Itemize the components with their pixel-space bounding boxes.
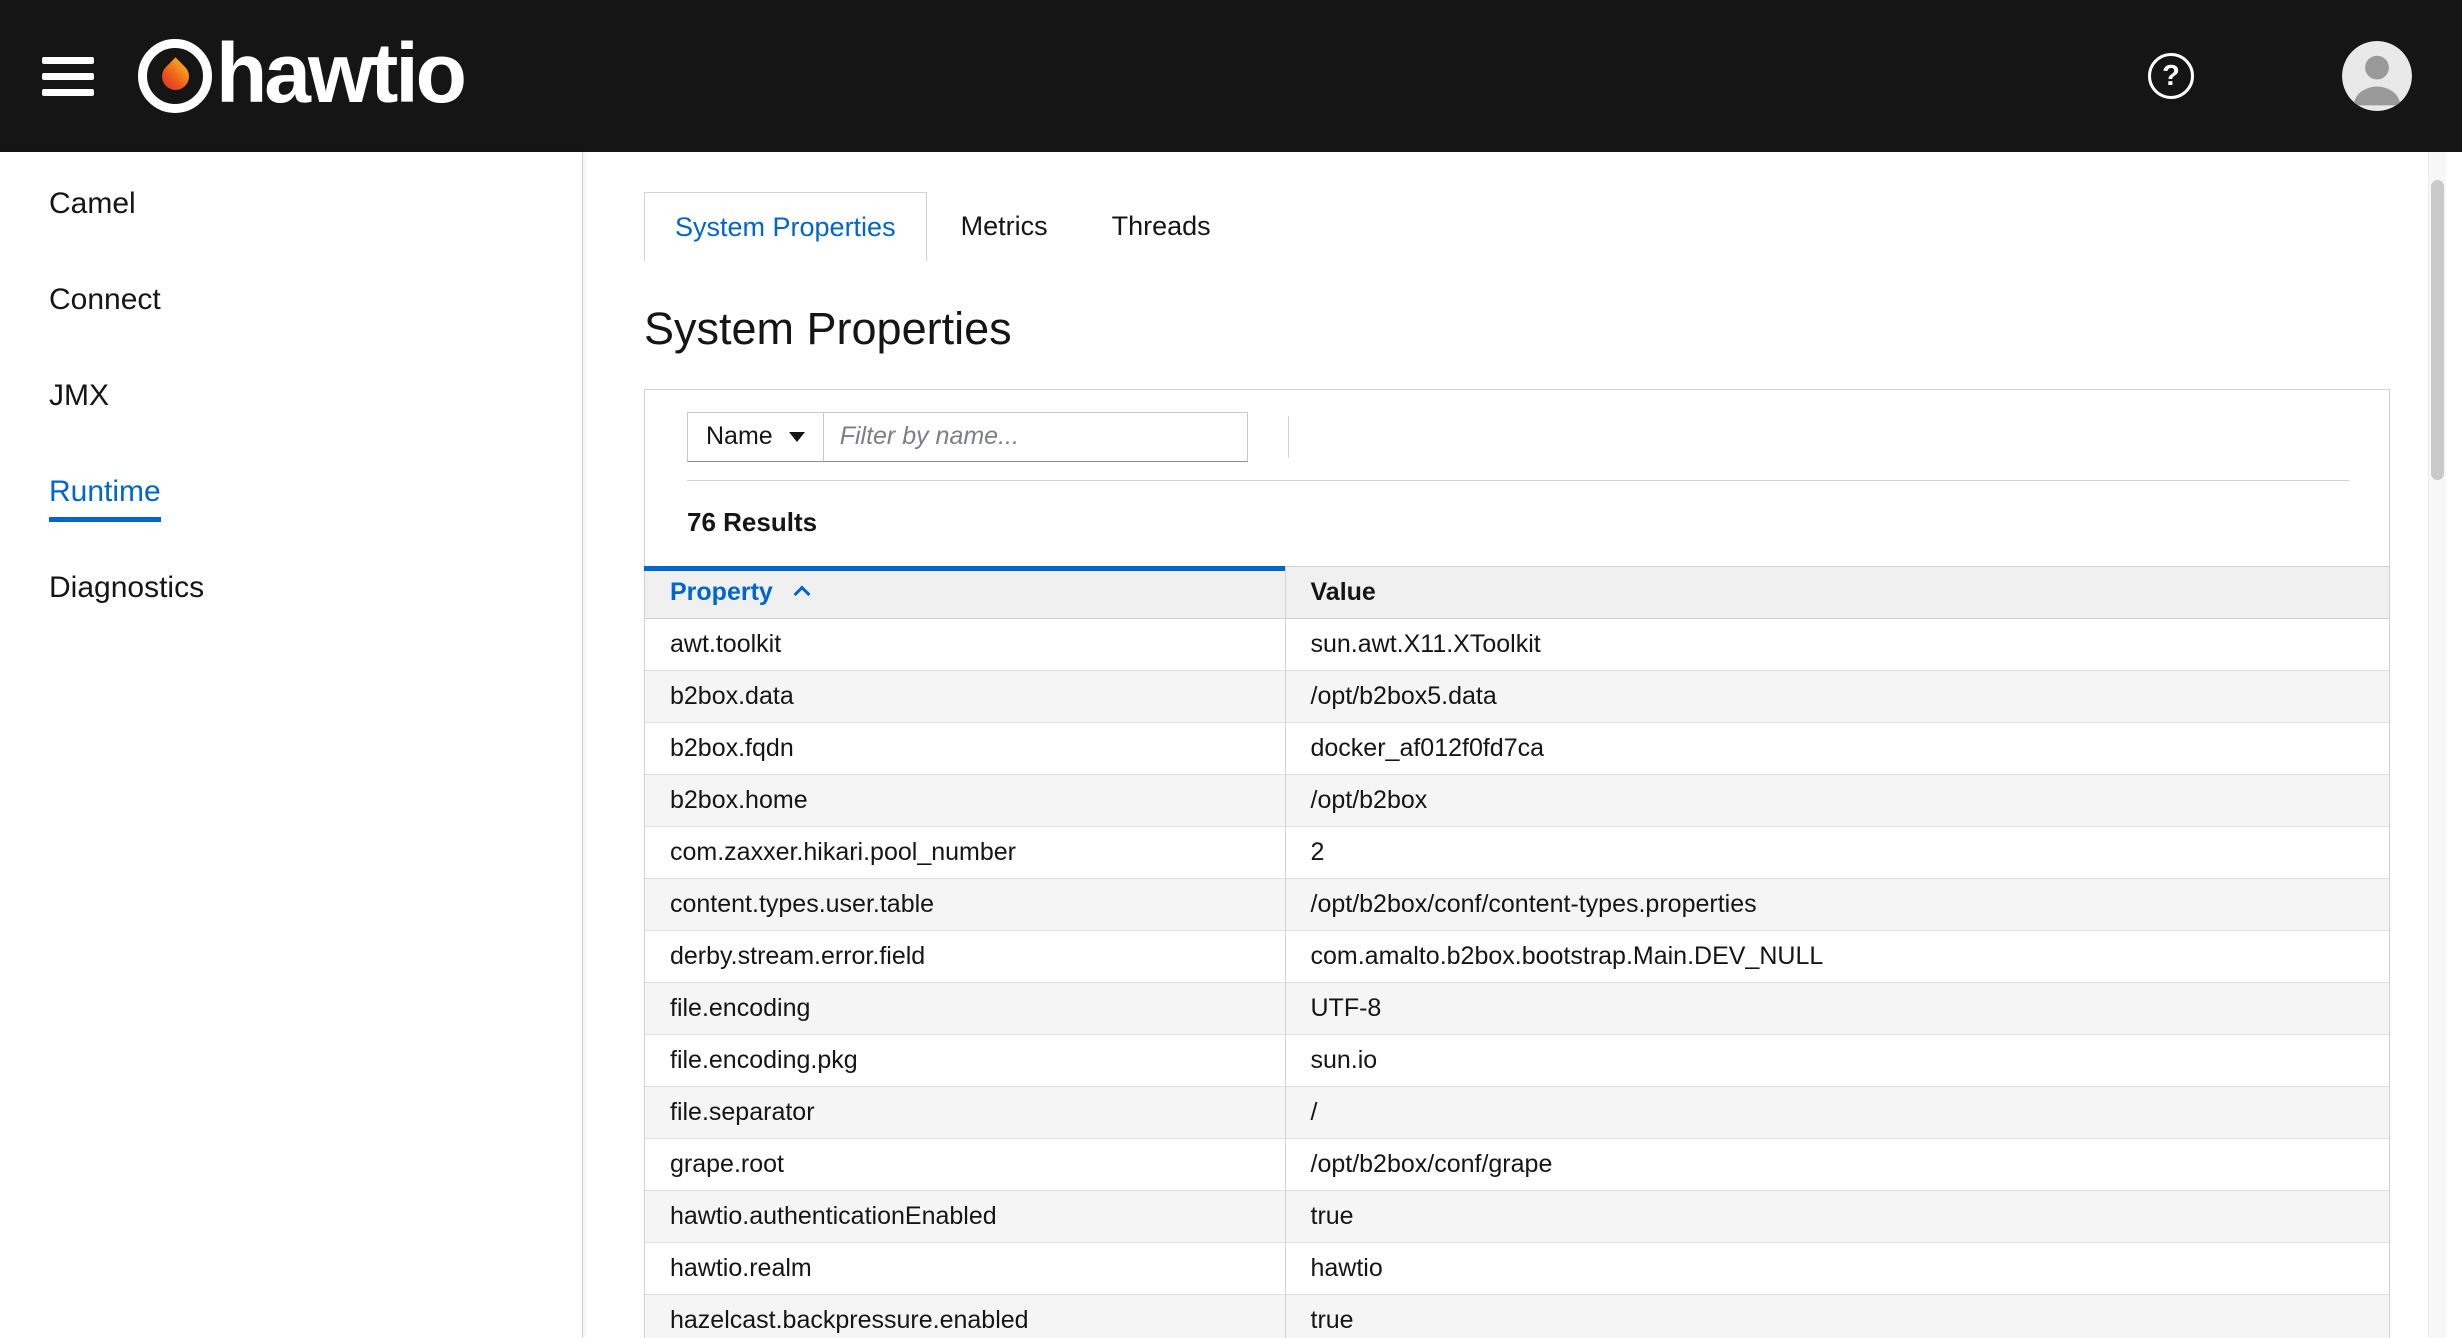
value-cell: sun.io (1285, 1034, 2389, 1086)
hamburger-icon (42, 57, 94, 64)
value-cell: sun.awt.X11.XToolkit (1285, 618, 2389, 670)
table-row: awt.toolkitsun.awt.X11.XToolkit (645, 618, 2389, 670)
property-cell: com.zaxxer.hikari.pool_number (645, 826, 1285, 878)
table-row: b2box.data/opt/b2box5.data (645, 670, 2389, 722)
filter-input[interactable] (824, 412, 1248, 462)
filter-attribute-label: Name (706, 422, 773, 451)
help-icon[interactable]: ? (2148, 53, 2194, 99)
property-cell: grape.root (645, 1138, 1285, 1190)
sidebar-item-runtime[interactable]: Runtime (0, 450, 582, 546)
table-row: com.zaxxer.hikari.pool_number2 (645, 826, 2389, 878)
table-row: hazelcast.backpressure.enabledtrue (645, 1294, 2389, 1338)
value-cell: true (1285, 1294, 2389, 1338)
main-panel: System Properties Metrics Threads System… (583, 152, 2462, 1338)
table-row: file.separator/ (645, 1086, 2389, 1138)
menu-toggle-button[interactable] (42, 48, 98, 105)
tab-system-properties[interactable]: System Properties (644, 192, 927, 261)
sidebar-item-connect[interactable]: Connect (0, 258, 582, 354)
table-row: content.types.user.table/opt/b2box/conf/… (645, 878, 2389, 930)
value-cell: / (1285, 1086, 2389, 1138)
scrollbar-track[interactable] (2428, 152, 2446, 1338)
brand-text: hawtio (216, 31, 464, 121)
brand-logo[interactable]: hawtio (138, 31, 464, 121)
tab-bar: System Properties Metrics Threads (644, 192, 2462, 261)
filter-group: Name (687, 412, 1248, 462)
value-cell: 2 (1285, 826, 2389, 878)
results-count: 76 Results (645, 481, 2389, 566)
content: Camel Connect JMX Runtime Diagnostics Sy… (0, 152, 2462, 1338)
toolbar-divider (1288, 416, 1289, 458)
sidebar-item-jmx[interactable]: JMX (0, 354, 582, 450)
value-cell: docker_af012f0fd7ca (1285, 722, 2389, 774)
property-cell: file.encoding.pkg (645, 1034, 1285, 1086)
tab-metrics[interactable]: Metrics (931, 192, 1078, 261)
property-cell: b2box.home (645, 774, 1285, 826)
column-header-value[interactable]: Value (1285, 566, 2389, 618)
table-row: file.encoding.pkgsun.io (645, 1034, 2389, 1086)
sidebar: Camel Connect JMX Runtime Diagnostics (0, 152, 583, 1338)
value-cell: /opt/b2box/conf/grape (1285, 1138, 2389, 1190)
user-icon (2342, 41, 2412, 111)
property-cell: hawtio.realm (645, 1242, 1285, 1294)
chevron-down-icon (789, 432, 805, 442)
filter-attribute-select[interactable]: Name (687, 412, 824, 462)
property-cell: file.separator (645, 1086, 1285, 1138)
table-row: hawtio.realmhawtio (645, 1242, 2389, 1294)
sidebar-item-camel[interactable]: Camel (0, 162, 582, 258)
property-cell: derby.stream.error.field (645, 930, 1285, 982)
value-cell: UTF-8 (1285, 982, 2389, 1034)
table-row: derby.stream.error.fieldcom.amalto.b2box… (645, 930, 2389, 982)
property-cell: hazelcast.backpressure.enabled (645, 1294, 1285, 1338)
property-cell: content.types.user.table (645, 878, 1285, 930)
property-cell: hawtio.authenticationEnabled (645, 1190, 1285, 1242)
masthead-actions: ? (2148, 41, 2412, 111)
table-row: grape.root/opt/b2box/conf/grape (645, 1138, 2389, 1190)
sort-ascending-icon (793, 585, 810, 602)
sidebar-item-diagnostics[interactable]: Diagnostics (0, 546, 582, 642)
flame-circle-icon (138, 39, 212, 113)
property-cell: file.encoding (645, 982, 1285, 1034)
properties-card: Name 76 Results Property (644, 389, 2390, 1338)
table-row: b2box.fqdndocker_af012f0fd7ca (645, 722, 2389, 774)
value-cell: /opt/b2box5.data (1285, 670, 2389, 722)
flame-icon (156, 57, 194, 95)
table-row: file.encodingUTF-8 (645, 982, 2389, 1034)
value-cell: hawtio (1285, 1242, 2389, 1294)
value-cell: /opt/b2box/conf/content-types.properties (1285, 878, 2389, 930)
page-title: System Properties (644, 303, 2462, 355)
filter-toolbar: Name (645, 390, 2389, 480)
table-row: hawtio.authenticationEnabledtrue (645, 1190, 2389, 1242)
tab-threads[interactable]: Threads (1082, 192, 1241, 261)
avatar[interactable] (2342, 41, 2412, 111)
column-header-property[interactable]: Property (645, 566, 1285, 618)
system-properties-table: Property Value awt.toolkitsun.awt.X11.XT… (645, 566, 2389, 1338)
value-cell: com.amalto.b2box.bootstrap.Main.DEV_NULL (1285, 930, 2389, 982)
property-cell: awt.toolkit (645, 618, 1285, 670)
table-header-row: Property Value (645, 566, 2389, 618)
value-cell: /opt/b2box (1285, 774, 2389, 826)
value-cell: true (1285, 1190, 2389, 1242)
table-row: b2box.home/opt/b2box (645, 774, 2389, 826)
property-cell: b2box.data (645, 670, 1285, 722)
masthead: hawtio ? (0, 0, 2462, 152)
property-cell: b2box.fqdn (645, 722, 1285, 774)
scrollbar-thumb[interactable] (2431, 180, 2444, 480)
